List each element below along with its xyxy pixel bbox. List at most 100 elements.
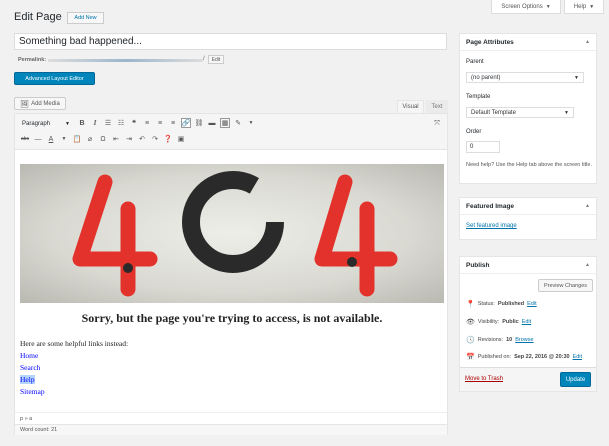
- align-left-icon[interactable]: ≡: [142, 118, 152, 128]
- horizontal-line-icon[interactable]: —: [33, 134, 43, 144]
- add-media-label: Add Media: [31, 100, 60, 107]
- strikethrough-icon[interactable]: abc: [20, 134, 30, 144]
- collapse-arrow-icon[interactable]: ▲: [585, 262, 590, 268]
- link-sitemap[interactable]: Sitemap: [20, 387, 45, 396]
- align-center-icon[interactable]: ≡: [155, 118, 165, 128]
- helpful-text: Here are some helpful links instead:: [20, 339, 129, 348]
- link-home[interactable]: Home: [20, 351, 38, 360]
- caret-down-icon[interactable]: ▼: [246, 118, 256, 128]
- screen-options-label: Screen Options: [501, 3, 543, 10]
- tab-visual[interactable]: Visual: [397, 100, 424, 113]
- order-input[interactable]: 0: [466, 141, 500, 153]
- permalink-label: Permalink:: [18, 57, 47, 63]
- featured-image-panel: Featured Image ▲ Set featured image: [459, 197, 597, 240]
- status-edit-link[interactable]: Edit: [527, 301, 536, 307]
- history-icon: 🕓: [466, 337, 475, 344]
- status-row: 📍 Status: Published Edit: [466, 300, 537, 308]
- permalink-edit-button[interactable]: Edit: [208, 55, 224, 64]
- undo-icon[interactable]: ↶: [137, 134, 147, 144]
- toolbar-toggle-icon[interactable]: ▦: [220, 118, 230, 128]
- clear-format-icon[interactable]: ⌀: [85, 134, 95, 144]
- revisions-browse-link[interactable]: Browse: [515, 337, 533, 343]
- add-media-button[interactable]: 🖼 Add Media: [14, 97, 66, 110]
- featured-image-header[interactable]: Featured Image ▲: [460, 198, 596, 215]
- calendar-icon: 📅: [466, 354, 475, 361]
- digit-zero: [182, 171, 284, 273]
- revisions-value: 10: [506, 337, 513, 343]
- digit-four-right: [314, 174, 398, 297]
- parent-select[interactable]: (no parent) ▼: [466, 72, 584, 83]
- permalink-slash: /: [203, 56, 205, 62]
- format-select[interactable]: Paragraph ▼: [20, 118, 72, 129]
- status-label: Status:: [477, 301, 495, 307]
- link-search[interactable]: Search: [20, 363, 40, 372]
- caret-down-icon: ▼: [545, 3, 551, 10]
- move-to-trash-link[interactable]: Move to Trash: [465, 376, 503, 382]
- text-color-icon[interactable]: A: [46, 134, 56, 144]
- update-button[interactable]: Update: [560, 372, 591, 387]
- help-button[interactable]: Help ▼: [564, 0, 604, 14]
- digit-four-left: [72, 174, 158, 297]
- publish-header[interactable]: Publish ▲: [460, 257, 596, 274]
- paint-drop: [347, 257, 357, 267]
- page-attributes-panel: Page Attributes ▲ Parent (no parent) ▼ Tem…: [459, 33, 597, 184]
- help-icon[interactable]: ❓: [163, 134, 173, 144]
- page-attributes-help: Need help? Use the Help tab above the sc…: [466, 162, 592, 168]
- published-on-row: 📅 Published on: Sep 22, 2016 @ 20:30 Edi…: [466, 353, 582, 361]
- link-help[interactable]: Help: [20, 375, 35, 384]
- published-on-label: Published on:: [477, 354, 512, 360]
- publish-actions: Move to Trash Update: [460, 367, 596, 391]
- editor-path: p » a: [15, 412, 447, 424]
- indent-icon[interactable]: ⇥: [124, 134, 134, 144]
- page-title: Edit Page: [14, 11, 62, 23]
- revisions-row: 🕓 Revisions: 10 Browse: [466, 336, 534, 344]
- screen-options-button[interactable]: Screen Options ▼: [491, 0, 561, 14]
- outdent-icon[interactable]: ⇤: [111, 134, 121, 144]
- published-on-edit-link[interactable]: Edit: [573, 354, 582, 360]
- visibility-edit-link[interactable]: Edit: [522, 319, 531, 325]
- visibility-value: Public: [502, 319, 519, 325]
- preview-changes-button[interactable]: Preview Changes: [538, 279, 593, 292]
- shortcode-icon[interactable]: ▣: [176, 134, 186, 144]
- page-attributes-title: Page Attributes: [466, 38, 514, 46]
- unlink-icon[interactable]: ⛓: [194, 118, 204, 128]
- redo-icon[interactable]: ↷: [150, 134, 160, 144]
- order-label: Order: [466, 129, 482, 135]
- media-icon: 🖼: [20, 100, 30, 108]
- publish-title: Publish: [466, 261, 490, 269]
- template-value: Default Template: [471, 109, 516, 116]
- format-select-value: Paragraph: [22, 120, 51, 127]
- read-more-icon[interactable]: ▬: [207, 118, 217, 128]
- tab-text[interactable]: Text: [426, 100, 448, 113]
- special-char-icon[interactable]: Ω: [98, 134, 108, 144]
- page-attributes-header[interactable]: Page Attributes ▲: [460, 34, 596, 51]
- add-new-button[interactable]: Add New: [67, 12, 104, 24]
- editor-frame: Paragraph ▼ B I ☰ ☷ ❝ ≡ ≡ ≡ 🔗 ⛓ ▬ ▦ ✎ ▼ ⤧…: [14, 113, 448, 435]
- caret-down-icon[interactable]: ▼: [59, 134, 69, 144]
- caret-down-icon: ▼: [564, 109, 569, 116]
- visibility-label: Visibility:: [477, 319, 500, 325]
- paste-text-icon[interactable]: 📋: [72, 134, 82, 144]
- paint-drop: [123, 263, 133, 273]
- 404-image[interactable]: [20, 164, 444, 303]
- bold-icon[interactable]: B: [77, 118, 87, 128]
- published-on-value: Sep 22, 2016 @ 20:30: [514, 354, 570, 360]
- link-icon[interactable]: 🔗: [181, 118, 191, 128]
- wand-icon[interactable]: ✎: [233, 118, 243, 128]
- bullet-list-icon[interactable]: ☰: [103, 118, 113, 128]
- numbered-list-icon[interactable]: ☷: [116, 118, 126, 128]
- template-select[interactable]: Default Template ▼: [466, 107, 574, 118]
- align-right-icon[interactable]: ≡: [168, 118, 178, 128]
- set-featured-image-link[interactable]: Set featured image: [466, 223, 517, 229]
- post-title-input[interactable]: Something bad happened...: [14, 33, 447, 50]
- pin-icon: 📍: [466, 301, 475, 308]
- italic-icon[interactable]: I: [90, 118, 100, 128]
- blockquote-icon[interactable]: ❝: [129, 118, 139, 128]
- status-value: Published: [497, 301, 525, 307]
- permalink-url[interactable]: [48, 59, 203, 62]
- advanced-layout-editor-button[interactable]: Advanced Layout Editor: [14, 72, 95, 85]
- collapse-arrow-icon[interactable]: ▲: [585, 39, 590, 45]
- fullscreen-icon[interactable]: ⤧: [432, 119, 442, 129]
- collapse-arrow-icon[interactable]: ▲: [585, 203, 590, 209]
- help-label: Help: [573, 3, 587, 10]
